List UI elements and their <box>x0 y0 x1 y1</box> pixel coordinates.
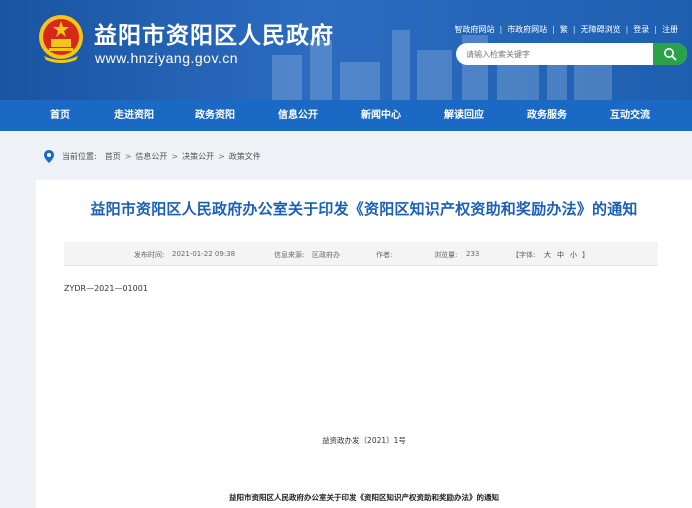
article-meta: 发布时间: 2021-01-22 09:38 信息来源: 区政府办 作者: 浏览… <box>64 242 658 266</box>
meta-views-label: 浏览量: <box>434 251 458 259</box>
top-link-provincial[interactable]: 智政府网站 <box>454 24 494 35</box>
meta-source-label: 信息来源: <box>274 251 305 259</box>
nav-home[interactable]: 首页 <box>50 100 70 131</box>
meta-views: 233 <box>466 250 480 258</box>
nav-government-affairs[interactable]: 政务资阳 <box>195 100 235 131</box>
divider: | <box>625 25 629 34</box>
breadcrumb-decision-disclosure[interactable]: 决策公开 <box>182 151 214 162</box>
nav-news-center[interactable]: 新闻中心 <box>361 100 401 131</box>
national-emblem-icon <box>39 15 83 63</box>
breadcrumb: 当前位置: 首页 > 信息公开 > 决策公开 > 政策文件 <box>44 148 261 164</box>
top-link-city[interactable]: 市政府网站 <box>507 24 547 35</box>
meta-source: 区政府办 <box>312 251 340 259</box>
top-link-traditional[interactable]: 繁 <box>560 24 568 35</box>
divider: | <box>499 25 503 34</box>
nav-information-disclosure[interactable]: 信息公开 <box>278 100 318 131</box>
top-link-login[interactable]: 登录 <box>633 24 649 35</box>
site-title: 益阳市资阳区人民政府 <box>94 23 334 49</box>
breadcrumb-separator: > <box>218 151 225 161</box>
top-link-register[interactable]: 注册 <box>662 24 678 35</box>
nav-government-services[interactable]: 政务服务 <box>527 100 567 131</box>
divider: | <box>552 25 555 34</box>
nav-interaction[interactable]: 互动交流 <box>610 100 650 131</box>
search-box <box>456 43 687 65</box>
font-size-large-button[interactable]: 大 <box>544 250 551 260</box>
font-size-medium-button[interactable]: 中 <box>557 250 564 260</box>
meta-publish-time: 2021-01-22 09:38 <box>172 250 236 258</box>
location-pin-icon <box>44 149 54 163</box>
search-icon <box>664 48 677 61</box>
meta-font-label: 【字体: <box>512 251 536 259</box>
breadcrumb-separator: > <box>171 151 179 161</box>
breadcrumb-separator: > <box>124 151 132 161</box>
breadcrumb-label: 当前位置: <box>62 151 97 161</box>
search-input[interactable] <box>466 46 646 62</box>
nav-interpretation[interactable]: 解读回应 <box>444 100 484 131</box>
article-title: 益阳市资阳区人民政府办公室关于印发《资阳区知识产权资助和奖励办法》的通知 <box>90 200 638 218</box>
article-panel: 益阳市资阳区人民政府办公室关于印发《资阳区知识产权资助和奖励办法》的通知 发布时… <box>36 180 692 508</box>
divider: | <box>572 25 576 34</box>
site-header: 益阳市资阳区人民政府 www.hnziyang.gov.cn 智政府网站 | 市… <box>0 0 692 100</box>
article-body-title: 益阳市资阳区人民政府办公室关于印发《资阳区知识产权资助和奖励办法》的通知 <box>229 493 499 502</box>
meta-author-label: 作者: <box>376 251 393 259</box>
nav-about-ziyang[interactable]: 走进资阳 <box>114 100 154 131</box>
breadcrumb-info-disclosure[interactable]: 信息公开 <box>135 151 167 162</box>
top-links: 智政府网站 | 市政府网站 | 繁 | 无障碍浏览 | 登录 | 注册 <box>454 24 678 35</box>
search-button[interactable] <box>653 43 687 65</box>
divider: | <box>654 25 657 34</box>
main-nav: 首页 走进资阳 政务资阳 信息公开 新闻中心 解读回应 政务服务 互动交流 <box>0 100 692 131</box>
font-size-small-button[interactable]: 小 <box>570 250 577 260</box>
breadcrumb-policy-documents[interactable]: 政策文件 <box>229 151 261 162</box>
document-number: ZYDR—2021—01001 <box>64 284 148 293</box>
meta-font-close: 】 <box>582 251 589 259</box>
breadcrumb-home[interactable]: 首页 <box>105 151 121 162</box>
file-number: 益资政办发〔2021〕1号 <box>322 436 406 445</box>
top-link-accessibility[interactable]: 无障碍浏览 <box>581 24 621 35</box>
site-url: www.hnziyang.gov.cn <box>95 50 239 66</box>
meta-publish-label: 发布时间: <box>134 251 165 259</box>
